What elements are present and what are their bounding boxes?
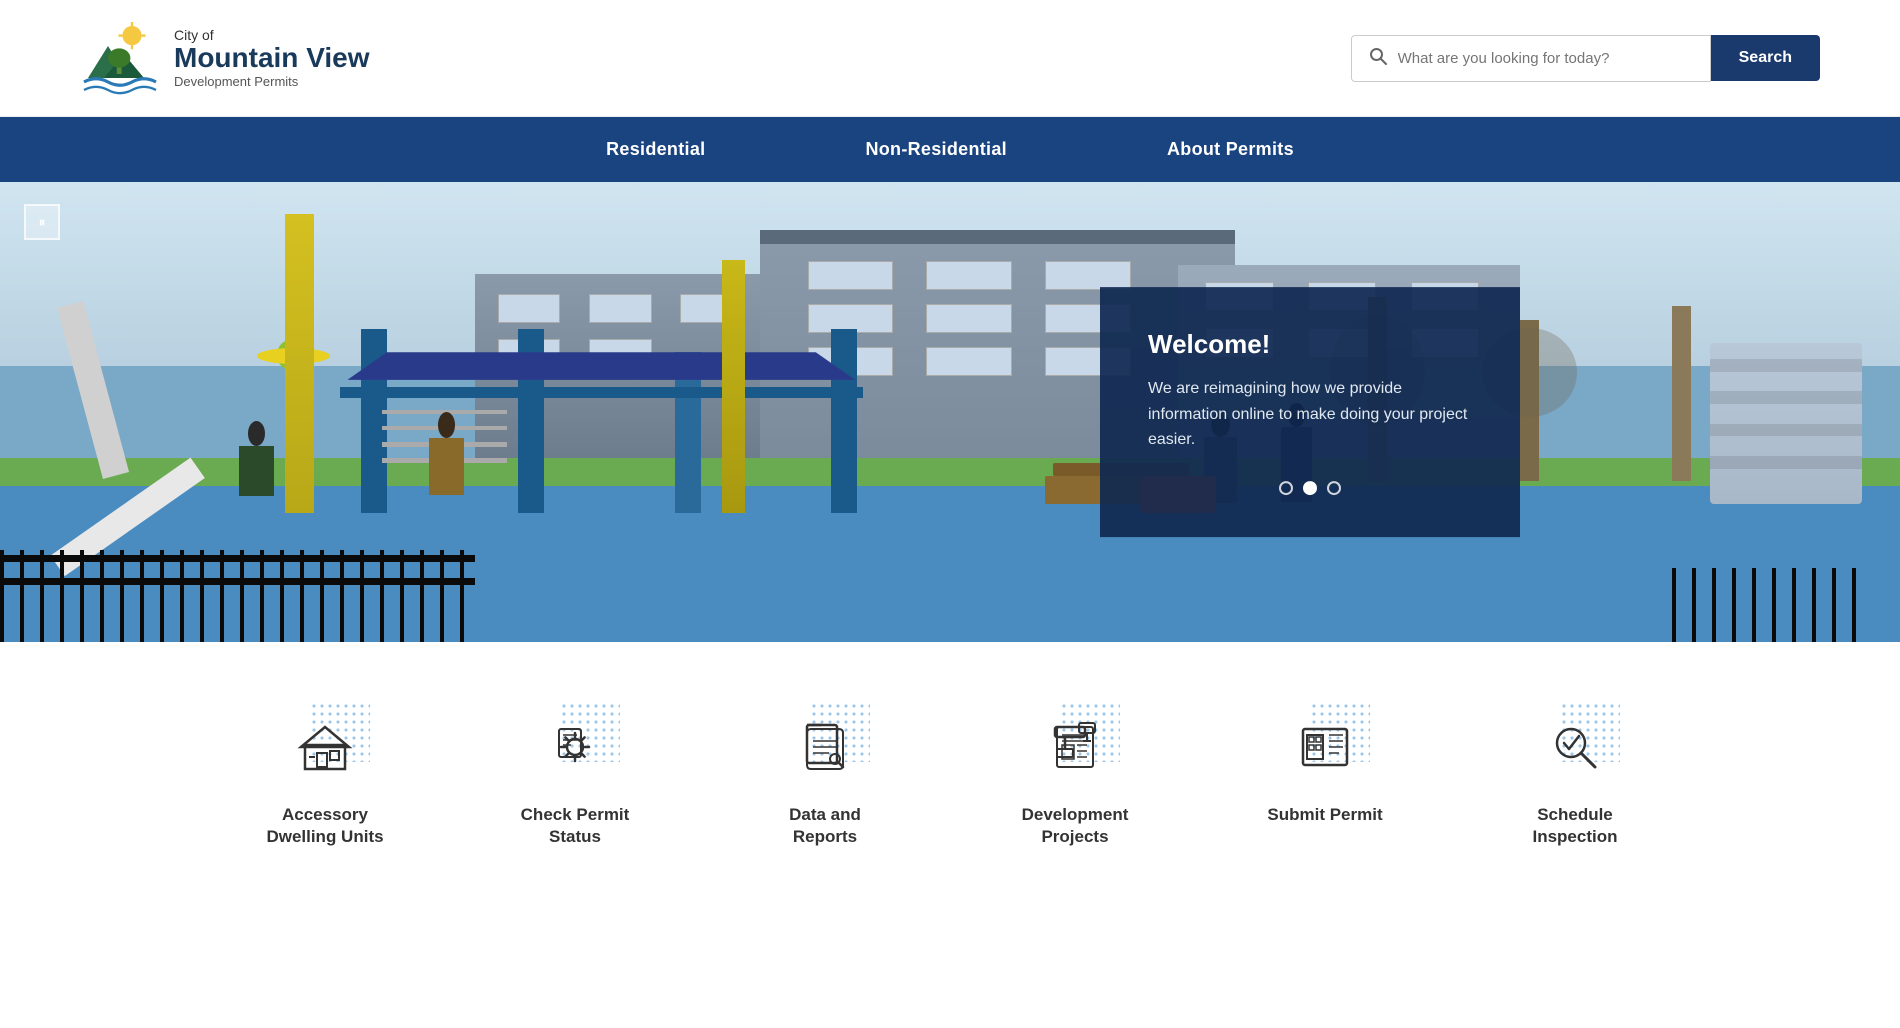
label-development-projects: DevelopmentProjects [1022,804,1129,848]
welcome-card: Welcome! We are reimagining how we provi… [1100,287,1520,537]
search-icon [1368,46,1388,71]
quick-link-submit-permit[interactable]: Submit Permit [1200,682,1450,868]
welcome-title: Welcome! [1148,329,1472,360]
site-logo [80,18,160,98]
city-subtitle: Development Permits [174,74,370,89]
tree-trunk-2 [1520,320,1539,481]
nav-item-non-residential[interactable]: Non-Residential [785,117,1087,182]
tree-trunk-3 [1672,306,1691,481]
carousel-dot-1[interactable] [1279,481,1293,495]
icon-wrapper-house [280,702,370,792]
person-1 [228,421,285,504]
pause-button[interactable]: ⏸ [24,204,60,240]
fence-right [1672,550,1862,642]
label-check-permit: Check PermitStatus [521,804,630,848]
nav-item-about-permits[interactable]: About Permits [1087,117,1374,182]
blueprint-icon [1047,719,1103,775]
search-input[interactable] [1398,50,1694,67]
hero-background [0,182,1900,642]
label-accessory-dwelling: AccessoryDwelling Units [266,804,383,848]
gear-icon [547,719,603,775]
hero-section: ⏸ Welcome! We are reimagining how we pro… [0,182,1900,642]
person-2 [418,412,475,504]
quick-link-accessory-dwelling[interactable]: AccessoryDwelling Units [200,682,450,868]
document-chart-icon [797,719,853,775]
search-area: Search [1351,35,1820,82]
pause-icon: ⏸ [39,214,46,231]
carousel-dot-2[interactable] [1303,481,1317,495]
carousel-dots [1148,481,1472,495]
site-header: City of Mountain View Development Permit… [0,0,1900,117]
playground-slide [0,251,342,504]
icon-wrapper-gear [530,702,620,792]
icon-wrapper-inspection [1530,702,1620,792]
fence-left [0,527,475,642]
label-data-reports: Data andReports [789,804,861,848]
label-submit-permit: Submit Permit [1267,804,1382,826]
logo-area: City of Mountain View Development Permit… [80,18,370,98]
icon-wrapper-submit [1280,702,1370,792]
logo-text: City of Mountain View Development Permit… [174,27,370,89]
label-schedule-inspection: ScheduleInspection [1532,804,1617,848]
quick-link-schedule-inspection[interactable]: ScheduleInspection [1450,682,1700,868]
quick-link-check-permit[interactable]: Check PermitStatus [450,682,700,868]
yellow-pole-2 [722,260,745,513]
quick-link-data-reports[interactable]: Data andReports [700,682,950,868]
main-nav: Residential Non-Residential About Permit… [0,117,1900,182]
city-name: Mountain View [174,43,370,74]
quick-link-development[interactable]: DevelopmentProjects [950,682,1200,868]
icon-wrapper-blueprint [1030,702,1120,792]
city-prefix: City of [174,27,370,43]
house-icon [297,719,353,775]
welcome-text: We are reimagining how we provide inform… [1148,376,1472,453]
search-button[interactable]: Search [1711,35,1820,81]
right-structure [1710,343,1862,504]
schedule-inspection-icon [1547,719,1603,775]
search-box[interactable] [1351,35,1711,82]
submit-permit-icon [1297,719,1353,775]
quick-links-section: AccessoryDwelling Units Check PermitStat… [0,642,1900,888]
nav-item-residential[interactable]: Residential [526,117,785,182]
icon-wrapper-document [780,702,870,792]
carousel-dot-3[interactable] [1327,481,1341,495]
